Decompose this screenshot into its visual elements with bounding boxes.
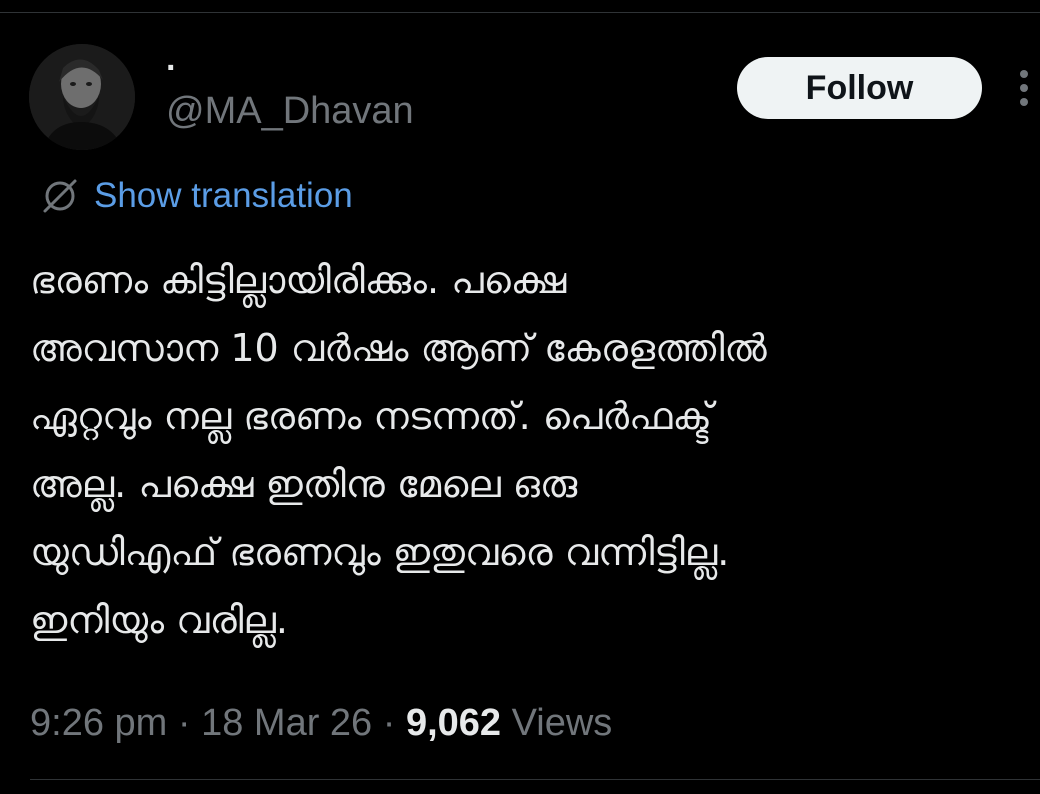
display-name[interactable]: · <box>166 48 177 88</box>
globe-slash-icon <box>43 179 77 213</box>
views-label: Views <box>501 702 613 744</box>
show-translation-link[interactable]: Show translation <box>94 176 353 216</box>
tweet-text: ഭരണം കിട്ടില്ലായിരിക്കും. പക്ഷെ അവസാന 10… <box>30 246 1020 654</box>
tweet-line: ഭരണം കിട്ടില്ലായിരിക്കും. പക്ഷെ <box>30 258 567 302</box>
follow-button[interactable]: Follow <box>737 57 982 119</box>
bottom-divider <box>30 779 1040 780</box>
tweet-line: ഏറ്റവും നല്ല ഭരണം നടന്നത്. പെർഫക്ട് <box>30 394 713 438</box>
tweet-line: അവസാന 10 വർഷം ആണ് കേരളത്തിൽ <box>30 326 767 370</box>
author-avatar[interactable] <box>29 44 135 150</box>
author-handle[interactable]: @MA_Dhavan <box>166 88 414 134</box>
tweet-meta: 9:26 pm · 18 Mar 26 · 9,062 Views <box>30 700 612 746</box>
tweet-line: ഇനിയും വരില്ല. <box>30 598 288 642</box>
meta-separator: · <box>167 702 202 744</box>
avatar-image <box>29 44 135 150</box>
tweet-date[interactable]: 18 Mar 26 <box>201 702 372 744</box>
more-vertical-icon[interactable] <box>1012 68 1036 108</box>
meta-separator: · <box>372 702 406 744</box>
tweet-line: അല്ല. പക്ഷെ ഇതിനു മേലെ ഒരു <box>30 462 578 506</box>
tweet-time[interactable]: 9:26 pm <box>30 702 167 744</box>
views-count[interactable]: 9,062 <box>406 702 501 744</box>
tweet-line: യുഡിഎഫ് ഭരണവും ഇതുവരെ വന്നിട്ടില്ല. <box>30 530 730 574</box>
top-divider <box>0 12 1040 13</box>
translation-row[interactable]: Show translation <box>40 174 353 218</box>
